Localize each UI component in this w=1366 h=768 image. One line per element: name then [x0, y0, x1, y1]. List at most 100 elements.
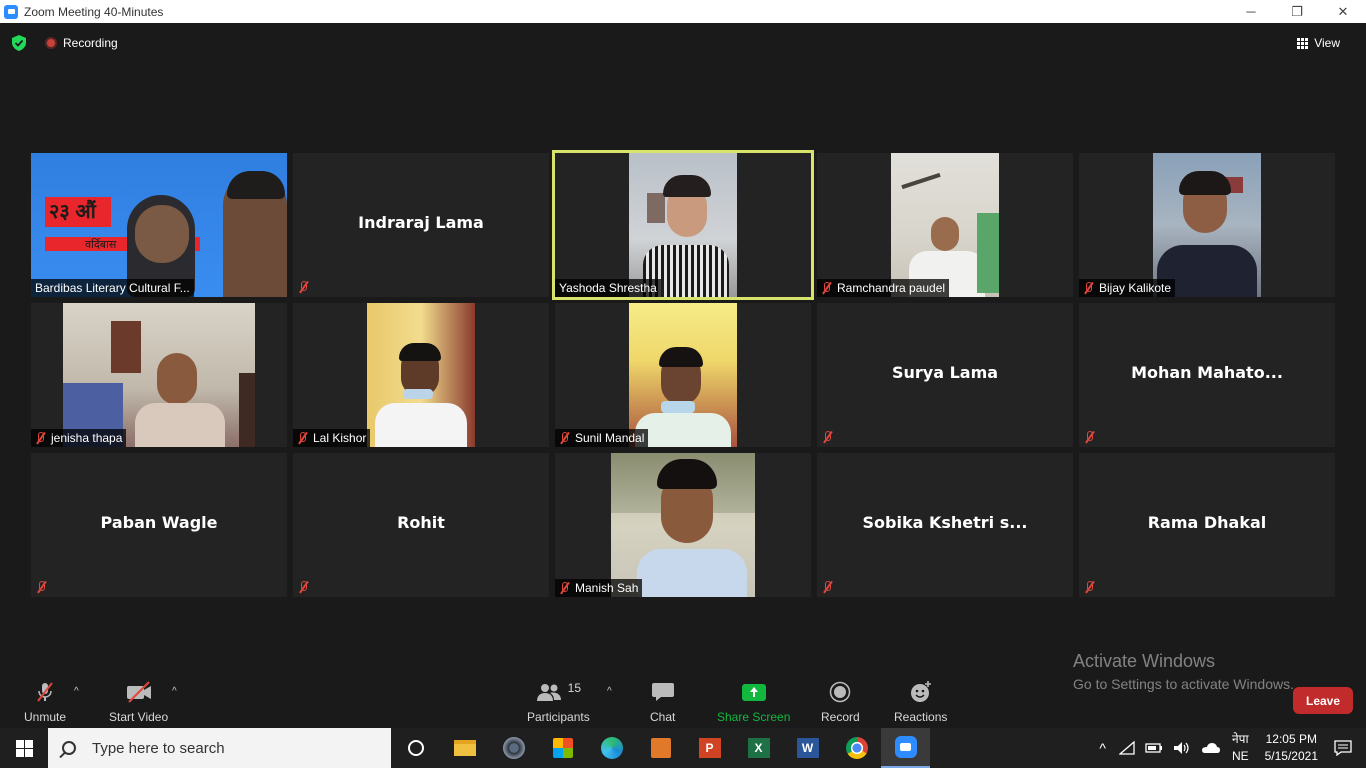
minimize-button[interactable]: ─ [1228, 0, 1274, 23]
word-icon: W [796, 738, 819, 758]
battery-icon[interactable] [1145, 742, 1163, 754]
recording-indicator[interactable]: Recording [45, 36, 118, 50]
unmute-button[interactable]: Unmute [24, 680, 66, 724]
taskbar-search-box[interactable]: Type here to search [48, 728, 391, 768]
input-language-indicator[interactable]: नेपा NE [1232, 731, 1249, 765]
chrome-browser-app[interactable] [832, 728, 881, 768]
file-explorer-app[interactable] [440, 728, 489, 768]
media-player-app[interactable] [636, 728, 685, 768]
participant-tile[interactable]: Bijay Kalikote [1079, 153, 1335, 297]
muted-mic-icon [35, 432, 46, 444]
folder-icon [453, 740, 476, 756]
participant-display-name: Surya Lama [891, 363, 999, 382]
participant-tile[interactable]: Mohan Mahato... [1079, 303, 1335, 447]
participant-tile[interactable]: Rama Dhakal [1079, 453, 1335, 597]
muted-mic-icon [821, 282, 832, 294]
grid-view-icon [1297, 37, 1309, 49]
reactions-icon [910, 681, 931, 702]
meeting-controls-toolbar: Unmute ^ Start Video ^ 15 Participants ^ [0, 672, 1366, 728]
participant-display-name: Indraraj Lama [358, 213, 484, 232]
banner-text: २३ औं [45, 197, 111, 227]
zoom-logo-icon [4, 4, 18, 19]
reactions-label: Reactions [894, 710, 948, 724]
video-off-icon [126, 681, 151, 703]
edge-browser-app[interactable] [587, 728, 636, 768]
muted-mic-icon [1084, 431, 1095, 443]
powerpoint-icon: P [698, 738, 721, 758]
clock-date: 5/15/2021 [1264, 749, 1318, 763]
participant-name-bar: Ramchandra paudel [817, 279, 950, 297]
microsoft-store-app[interactable] [538, 728, 587, 768]
chat-icon [651, 683, 674, 701]
participants-label: Participants [527, 710, 590, 724]
participant-name: Yashoda Shrestha [559, 281, 657, 295]
participants-count: 15 [567, 681, 582, 695]
participant-tile[interactable]: Sobika Kshetri s... [817, 453, 1073, 597]
start-button[interactable] [0, 728, 48, 768]
participant-tile[interactable]: Ramchandra paudel [817, 153, 1073, 297]
clock-time: 12:05 PM [1265, 732, 1317, 746]
participants-button[interactable]: 15 Participants [527, 680, 590, 724]
participant-name: Bardibas Literary Cultural F... [35, 281, 190, 295]
leave-meeting-button[interactable]: Leave [1293, 687, 1353, 714]
participant-tile-active-speaker[interactable]: Yashoda Shrestha [552, 150, 814, 300]
camera-app[interactable] [489, 728, 538, 768]
participant-tile[interactable]: Rohit [293, 453, 549, 597]
language-script: नेपा [1231, 732, 1249, 746]
chrome-icon [845, 737, 868, 759]
notification-center-icon[interactable] [1334, 740, 1352, 756]
window-title: Zoom Meeting 40-Minutes [24, 4, 164, 19]
participant-tile[interactable]: Lal Kishor [293, 303, 549, 447]
powerpoint-app[interactable]: P [685, 728, 734, 768]
participant-tile[interactable]: Indraraj Lama [293, 153, 549, 297]
muted-mic-icon [298, 581, 309, 593]
windows-taskbar: Type here to search P X W ^ नेपा NE 12:0… [0, 728, 1366, 768]
participant-tile[interactable]: Paban Wagle [31, 453, 287, 597]
participant-name: Bijay Kalikote [1099, 281, 1172, 295]
view-button[interactable]: View [1297, 36, 1340, 50]
volume-icon[interactable] [1173, 741, 1191, 755]
show-hidden-icons-chevron-icon[interactable]: ^ [1099, 740, 1106, 756]
unmute-label: Unmute [24, 710, 67, 724]
reactions-button[interactable]: Reactions [894, 680, 947, 724]
encryption-shield-icon[interactable] [12, 35, 26, 51]
participant-tile[interactable]: Manish Sah [555, 453, 811, 597]
cortana-circle-icon [407, 740, 424, 756]
participant-name: Sunil Mandal [575, 431, 645, 445]
start-video-label: Start Video [109, 710, 169, 724]
store-bag-icon [552, 738, 573, 758]
audio-options-caret[interactable]: ^ [74, 686, 79, 697]
video-options-caret[interactable]: ^ [172, 686, 177, 697]
close-button[interactable]: ✕ [1320, 0, 1366, 23]
participant-name-bar: Sunil Mandal [555, 429, 649, 447]
participant-name: Lal Kishor [313, 431, 367, 445]
record-icon [830, 681, 851, 703]
title-bar: Zoom Meeting 40-Minutes ─ ❐ ✕ [0, 0, 1366, 23]
participant-tile[interactable]: Sunil Mandal [555, 303, 811, 447]
start-video-button[interactable]: Start Video [109, 680, 168, 724]
system-tray: ^ नेपा NE 12:05 PM 5/15/2021 [1091, 728, 1366, 768]
participant-tile[interactable]: Surya Lama [817, 303, 1073, 447]
participant-name-bar: Manish Sah [555, 579, 643, 597]
zoom-app-active[interactable] [881, 728, 930, 768]
taskbar-clock[interactable]: 12:05 PM 5/15/2021 [1265, 731, 1318, 765]
participant-name: Ramchandra paudel [837, 281, 946, 295]
restore-button[interactable]: ❐ [1274, 0, 1320, 23]
participant-tile[interactable]: २३ औं वर्दिबास Bardibas Literary Cultura… [31, 153, 287, 297]
participant-video [63, 303, 255, 447]
participant-name-bar: Bardibas Literary Cultural F... [31, 279, 194, 297]
excel-app[interactable]: X [734, 728, 783, 768]
onedrive-cloud-icon[interactable] [1201, 742, 1221, 754]
task-view-button[interactable] [391, 728, 440, 768]
share-screen-button[interactable]: Share Screen [717, 680, 790, 724]
participants-options-caret[interactable]: ^ [607, 686, 612, 697]
participant-video [891, 153, 999, 297]
record-button[interactable]: Record [821, 680, 860, 724]
participant-tile[interactable]: jenisha thapa [31, 303, 287, 447]
muted-mic-icon [559, 582, 570, 594]
chat-button[interactable]: Chat [650, 680, 675, 724]
wifi-icon[interactable] [1118, 741, 1135, 755]
participant-video [611, 453, 755, 597]
muted-mic-icon [297, 432, 308, 444]
word-app[interactable]: W [783, 728, 832, 768]
